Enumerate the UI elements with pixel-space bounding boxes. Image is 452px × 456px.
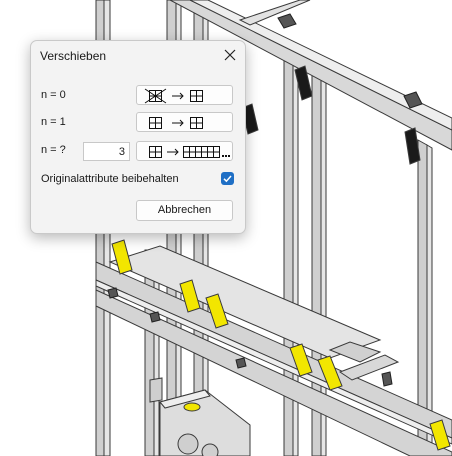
copy-single-to-multiple-icon	[149, 146, 230, 158]
move-dialog: Verschieben n = 0 n = 1 n = ? 3 Original…	[30, 40, 246, 234]
row-label-n1: n = 1	[41, 116, 66, 128]
copy-single-to-single-icon	[149, 117, 203, 129]
copy-none-to-single-icon	[144, 88, 203, 104]
cancel-button[interactable]: Abbrechen	[136, 200, 233, 221]
close-icon	[224, 49, 236, 61]
row-label-nq: n = ?	[41, 144, 66, 156]
dialog-title: Verschieben	[40, 49, 107, 63]
keep-attributes-label: Originalattribute beibehalten	[41, 173, 179, 185]
copy-single-button[interactable]	[136, 112, 233, 132]
copy-none-button[interactable]	[136, 85, 233, 105]
keep-attributes-checkbox[interactable]	[221, 172, 234, 185]
close-button[interactable]	[216, 43, 244, 67]
copy-multiple-button[interactable]	[136, 141, 233, 161]
checkmark-icon	[223, 175, 232, 183]
count-input[interactable]	[83, 142, 130, 161]
row-label-n0: n = 0	[41, 89, 66, 101]
